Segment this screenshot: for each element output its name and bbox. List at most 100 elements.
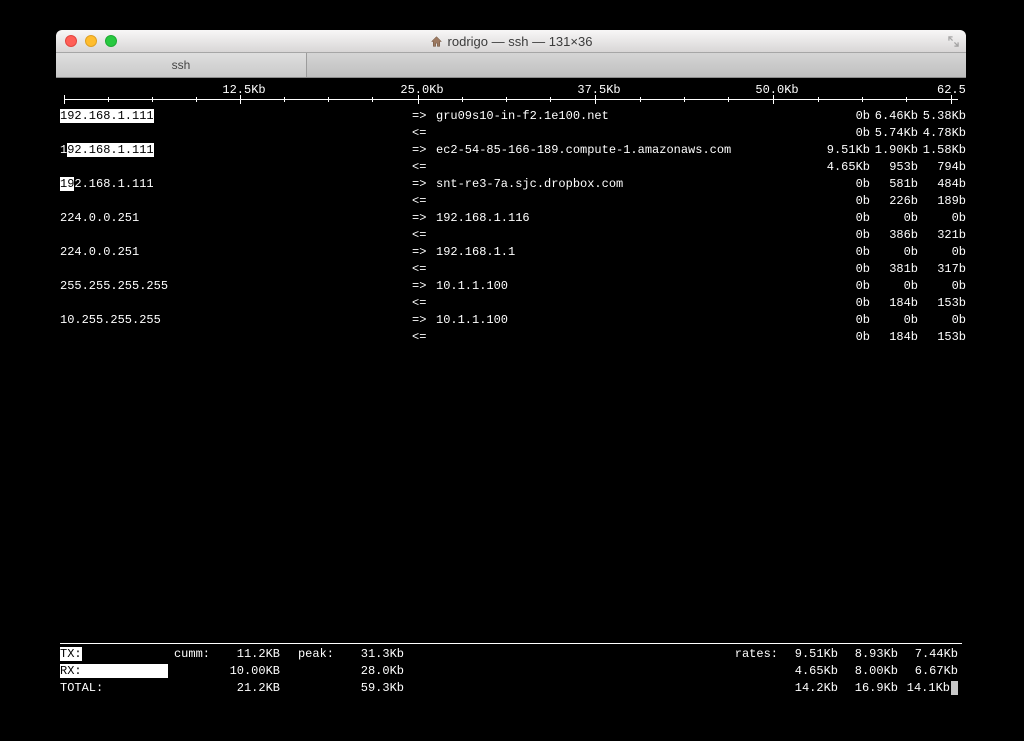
rate-col-2: 1.90Kb	[874, 142, 922, 159]
tab-label: ssh	[172, 58, 191, 72]
scale-label-4: 50.0Kb	[755, 82, 798, 99]
rate-col-2: 6.46Kb	[874, 108, 922, 125]
arrow-in-icon: <=	[412, 193, 436, 210]
src-host: 224.0.0.251	[60, 244, 412, 261]
rate-col-3: 794b	[922, 159, 966, 176]
minimize-button[interactable]	[85, 35, 97, 47]
rate-col-1: 0b	[826, 176, 874, 193]
rate-col-1: 0b	[826, 244, 874, 261]
scale-label-5: 62.5Kb	[937, 82, 966, 99]
dst-host: snt-re3-7a.sjc.dropbox.com	[436, 176, 826, 193]
tx-rate-2: 8.93Kb	[842, 646, 902, 663]
connection-row-out: 192.168.1.111=>gru09s10-in-f2.1e100.net0…	[60, 108, 962, 125]
arrow-in-icon: <=	[412, 159, 436, 176]
arrow-in-icon: <=	[412, 227, 436, 244]
rate-col-1: 0b	[826, 261, 874, 278]
rate-col-1: 0b	[826, 312, 874, 329]
scale-label-2: 25.0Kb	[400, 82, 443, 99]
rate-col-1: 0b	[826, 329, 874, 346]
connection-row-in: <=0b184b153b	[60, 295, 962, 312]
cumm-label: cumm:	[160, 646, 214, 663]
arrow-in-icon: <=	[412, 295, 436, 312]
rx-rate-2: 8.00Kb	[842, 663, 902, 680]
connection-row-out: 192.168.1.111=>snt-re3-7a.sjc.dropbox.co…	[60, 176, 962, 193]
src-host: 10.255.255.255	[60, 312, 412, 329]
connection-row-out: 255.255.255.255=>10.1.1.1000b0b0b	[60, 278, 962, 295]
dst-host: 10.1.1.100	[436, 312, 826, 329]
arrow-out-icon: =>	[412, 142, 436, 159]
tx-peak: 31.3Kb	[338, 646, 408, 663]
rate-col-2: 0b	[874, 312, 922, 329]
total-peak: 59.3Kb	[338, 680, 408, 697]
rate-col-3: 0b	[922, 210, 966, 227]
connection-row-in: <=0b226b189b	[60, 193, 962, 210]
src-host: 192.168.1.111	[60, 176, 412, 193]
rate-col-1: 4.65Kb	[826, 159, 874, 176]
dst-host: 10.1.1.100	[436, 278, 826, 295]
rate-col-3: 317b	[922, 261, 966, 278]
terminal-cursor	[951, 681, 958, 695]
rate-col-3: 1.58Kb	[922, 142, 966, 159]
rate-col-3: 0b	[922, 312, 966, 329]
src-host: 255.255.255.255	[60, 278, 412, 295]
scale-label-1: 12.5Kb	[222, 82, 265, 99]
rate-col-1: 0b	[826, 278, 874, 295]
rate-col-2: 184b	[874, 329, 922, 346]
arrow-out-icon: =>	[412, 312, 436, 329]
tx-rate-3: 7.44Kb	[902, 646, 962, 663]
rate-col-2: 184b	[874, 295, 922, 312]
zoom-button[interactable]	[105, 35, 117, 47]
dst-host: gru09s10-in-f2.1e100.net	[436, 108, 826, 125]
bandwidth-scale: 12.5Kb 25.0Kb 37.5Kb 50.0Kb 62.5Kb	[60, 82, 962, 106]
peak-label: peak:	[284, 646, 338, 663]
connection-row-in: <=0b184b153b	[60, 329, 962, 346]
fullscreen-button[interactable]	[946, 34, 960, 48]
rate-col-3: 4.78Kb	[922, 125, 966, 142]
arrow-out-icon: =>	[412, 108, 436, 125]
total-rate-1: 14.2Kb	[782, 680, 842, 697]
src-host: 192.168.1.111	[60, 142, 412, 159]
terminal-window: rodrigo — ssh — 131×36 ssh 12.5Kb 25.0Kb	[56, 30, 966, 703]
titlebar[interactable]: rodrigo — ssh — 131×36	[56, 30, 966, 53]
connection-row-in: <=4.65Kb953b794b	[60, 159, 962, 176]
terminal-content[interactable]: 12.5Kb 25.0Kb 37.5Kb 50.0Kb 62.5Kb 192.1…	[56, 78, 966, 703]
rate-col-3: 153b	[922, 329, 966, 346]
arrow-out-icon: =>	[412, 244, 436, 261]
home-icon	[430, 35, 443, 48]
traffic-lights	[65, 35, 117, 47]
total-cumm: 21.2KB	[214, 680, 284, 697]
src-host: 192.168.1.111	[60, 108, 412, 125]
rate-col-3: 0b	[922, 244, 966, 261]
src-host: 224.0.0.251	[60, 210, 412, 227]
rx-rate-1: 4.65Kb	[782, 663, 842, 680]
connection-row-out: 192.168.1.111=>ec2-54-85-166-189.compute…	[60, 142, 962, 159]
rate-col-3: 0b	[922, 278, 966, 295]
arrow-in-icon: <=	[412, 329, 436, 346]
rate-col-2: 226b	[874, 193, 922, 210]
rate-col-3: 5.38Kb	[922, 108, 966, 125]
dst-host: 192.168.1.116	[436, 210, 826, 227]
rate-col-2: 0b	[874, 244, 922, 261]
connection-row-out: 224.0.0.251=>192.168.1.10b0b0b	[60, 244, 962, 261]
connection-row-out: 10.255.255.255=>10.1.1.1000b0b0b	[60, 312, 962, 329]
tx-label: TX:	[60, 646, 160, 663]
tab-ssh[interactable]: ssh	[56, 53, 307, 77]
dst-host: 192.168.1.1	[436, 244, 826, 261]
total-rate-2: 16.9Kb	[842, 680, 902, 697]
connection-row-in: <=0b381b317b	[60, 261, 962, 278]
rx-cumm: 10.00KB	[214, 663, 284, 680]
tab-bar: ssh	[56, 53, 966, 78]
scale-label-3: 37.5Kb	[577, 82, 620, 99]
total-label: TOTAL:	[60, 680, 160, 697]
arrow-out-icon: =>	[412, 176, 436, 193]
connection-row-in: <=0b386b321b	[60, 227, 962, 244]
rate-col-3: 484b	[922, 176, 966, 193]
close-button[interactable]	[65, 35, 77, 47]
rate-col-3: 189b	[922, 193, 966, 210]
rate-col-1: 0b	[826, 193, 874, 210]
rx-peak: 28.0Kb	[338, 663, 408, 680]
rate-col-2: 381b	[874, 261, 922, 278]
tx-rate-1: 9.51Kb	[782, 646, 842, 663]
rx-rate-3: 6.67Kb	[902, 663, 962, 680]
arrow-out-icon: =>	[412, 278, 436, 295]
